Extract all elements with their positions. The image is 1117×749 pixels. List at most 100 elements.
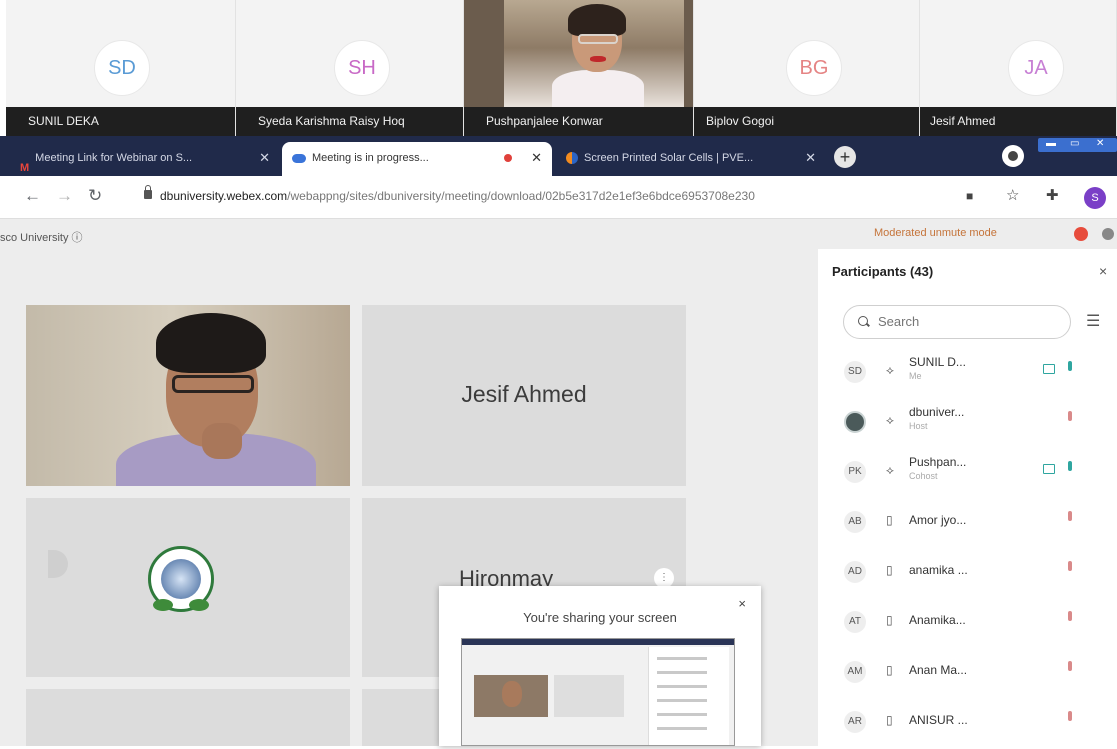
video-tile[interactable] bbox=[26, 689, 350, 746]
mic-muted-icon[interactable] bbox=[1068, 711, 1072, 721]
tab-title: Meeting Link for Webinar on S... bbox=[35, 152, 193, 164]
avatar: SD bbox=[94, 40, 150, 96]
url-host: dbuniversity.webex.com bbox=[160, 189, 288, 203]
mic-muted-icon[interactable] bbox=[1068, 661, 1072, 671]
participant-search[interactable] bbox=[843, 305, 1071, 339]
webex-icon bbox=[292, 153, 306, 163]
shared-screen-preview bbox=[461, 638, 735, 746]
window-controls[interactable]: ▬ ▭ ✕ bbox=[1038, 138, 1117, 152]
video-tile[interactable]: SH Syeda Karishma Raisy Hoq bbox=[236, 0, 464, 136]
browser-tab-webex[interactable]: Meeting is in progress... ✕ bbox=[282, 142, 552, 176]
close-tab-icon[interactable]: ✕ bbox=[805, 142, 816, 174]
university-logo-icon bbox=[148, 546, 214, 612]
computer-device-icon: ⟡ bbox=[886, 463, 894, 477]
participant-name: Syeda Karishma Raisy Hoq bbox=[236, 107, 463, 136]
computer-device-icon: ⟡ bbox=[886, 363, 894, 377]
computer-device-icon: ⟡ bbox=[886, 413, 894, 427]
avatar: JA bbox=[1008, 40, 1064, 96]
video-tile-jesif[interactable]: Jesif Ahmed bbox=[362, 305, 686, 486]
new-tab-button[interactable]: + bbox=[834, 146, 856, 168]
tab-title: Screen Printed Solar Cells | PVE... bbox=[584, 152, 754, 164]
extensions-icon[interactable]: ✚ bbox=[1046, 186, 1059, 204]
minimize-icon[interactable]: ▬ bbox=[1046, 138, 1056, 149]
camera-icon[interactable] bbox=[1043, 364, 1055, 374]
avatar: AB bbox=[844, 511, 866, 533]
participant-name: SUNIL DEKA bbox=[6, 107, 235, 136]
video-tile[interactable]: SD SUNIL DEKA bbox=[6, 0, 236, 136]
video-tile[interactable]: BG Biplov Gogoi bbox=[694, 0, 920, 136]
gmail-icon: M bbox=[20, 162, 30, 175]
url-path: /webappng/sites/dbuniversity/meeting/dow… bbox=[287, 189, 755, 203]
video-tile[interactable]: Pushpanjalee Konwar bbox=[464, 0, 694, 136]
recording-icon[interactable] bbox=[1074, 227, 1088, 241]
avatar bbox=[844, 411, 866, 433]
participant-name: Jesif Ahmed bbox=[461, 381, 587, 407]
participant-row[interactable]: SD ⟡ SUNIL D... Me bbox=[818, 349, 1117, 399]
browser-tab-solar[interactable]: Screen Printed Solar Cells | PVE... ✕ bbox=[556, 142, 826, 176]
participant-name: Pushpanjalee Konwar bbox=[464, 107, 693, 136]
bookmark-star-icon[interactable]: ☆ bbox=[1006, 186, 1019, 204]
browser-profile-icon[interactable] bbox=[1002, 145, 1024, 167]
participant-row[interactable]: ⟡ dbuniver... Host bbox=[818, 399, 1117, 449]
participants-title: Participants (43) bbox=[832, 264, 934, 279]
search-icon bbox=[858, 316, 868, 326]
browser-tab-gmail[interactable]: M Meeting Link for Webinar on S... ✕ bbox=[10, 142, 280, 176]
participant-name: Jesif Ahmed bbox=[920, 107, 1116, 136]
mic-muted-icon[interactable] bbox=[1068, 561, 1072, 571]
close-panel-icon[interactable]: × bbox=[1099, 263, 1107, 279]
mic-muted-icon[interactable] bbox=[1068, 411, 1072, 421]
avatar: SD bbox=[844, 361, 866, 383]
participant-name: anamika ... bbox=[909, 563, 968, 577]
avatar: AD bbox=[844, 561, 866, 583]
maximize-icon[interactable]: ▭ bbox=[1070, 138, 1079, 149]
mic-icon[interactable] bbox=[1068, 461, 1072, 471]
participant-name: Biplov Gogoi bbox=[694, 107, 919, 136]
site-favicon-icon bbox=[566, 152, 578, 165]
back-icon[interactable]: ← bbox=[24, 186, 41, 206]
participant-row[interactable]: PK ⟡ Pushpan... Cohost bbox=[818, 449, 1117, 499]
video-tile[interactable]: JA Jesif Ahmed bbox=[920, 0, 1117, 136]
video-strip: SD SUNIL DEKA SH Syeda Karishma Raisy Ho… bbox=[0, 0, 1117, 136]
video-tile-logo[interactable] bbox=[26, 498, 350, 677]
close-popup-icon[interactable]: × bbox=[738, 596, 746, 611]
phone-device-icon: ▯ bbox=[886, 563, 893, 577]
participant-name: ANISUR ... bbox=[909, 713, 968, 727]
user-avatar[interactable]: S bbox=[1084, 187, 1106, 209]
participant-role: Host bbox=[909, 421, 928, 431]
close-window-icon[interactable]: ✕ bbox=[1096, 138, 1104, 149]
participant-name: Anamika... bbox=[909, 613, 966, 627]
webex-meeting: sco University ⓘ Moderated unmute mode J… bbox=[0, 219, 1117, 746]
participant-name: Pushpan... bbox=[909, 455, 967, 469]
mic-muted-icon[interactable] bbox=[1068, 511, 1072, 521]
avatar: PK bbox=[844, 461, 866, 483]
org-name: sco University ⓘ bbox=[0, 232, 83, 244]
collapse-handle[interactable] bbox=[48, 550, 68, 578]
participant-row[interactable]: AT ▯ Anamika... bbox=[818, 599, 1117, 649]
address-bar: ← → ↻ dbuniversity.webex.com/webappng/si… bbox=[0, 176, 1117, 219]
avatar: AM bbox=[844, 661, 866, 683]
video-tile-main[interactable] bbox=[26, 305, 350, 486]
participant-row[interactable]: AD ▯ anamika ... bbox=[818, 549, 1117, 599]
recording-dot-icon bbox=[504, 154, 512, 162]
camera-icon[interactable] bbox=[1043, 464, 1055, 474]
participant-name: Amor jyo... bbox=[909, 513, 967, 527]
reload-icon[interactable]: ↻ bbox=[88, 186, 102, 206]
participant-row[interactable]: AM ▯ Anan Ma... bbox=[818, 649, 1117, 699]
mic-icon[interactable] bbox=[1068, 361, 1072, 371]
phone-device-icon: ▯ bbox=[886, 513, 893, 527]
share-popup-title: You're sharing your screen bbox=[523, 610, 677, 625]
participants-panel: Participants (43) × ☰ SD ⟡ SUNIL D... Me… bbox=[818, 249, 1117, 746]
phone-device-icon: ▯ bbox=[886, 713, 893, 727]
close-tab-icon[interactable]: ✕ bbox=[259, 142, 270, 174]
forward-icon[interactable]: → bbox=[56, 186, 73, 206]
avatar-initials: BG bbox=[799, 56, 829, 79]
more-options-icon[interactable] bbox=[1102, 228, 1114, 240]
close-tab-icon[interactable]: ✕ bbox=[531, 142, 542, 174]
participant-row[interactable]: AR ▯ ANISUR ... bbox=[818, 699, 1117, 749]
url-field[interactable]: dbuniversity.webex.com/webappng/sites/db… bbox=[138, 185, 1008, 209]
mic-muted-icon[interactable] bbox=[1068, 611, 1072, 621]
camera-permission-icon[interactable]: ■ bbox=[966, 189, 973, 203]
sort-list-icon[interactable]: ☰ bbox=[1086, 311, 1100, 331]
search-input[interactable] bbox=[876, 313, 1050, 330]
participant-row[interactable]: AB ▯ Amor jyo... bbox=[818, 499, 1117, 549]
